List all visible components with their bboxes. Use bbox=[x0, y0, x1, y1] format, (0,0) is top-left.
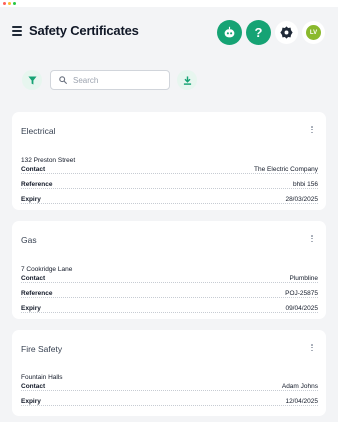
certificate-address: 7 Cookridge Lane bbox=[21, 266, 73, 273]
page-title: Safety Certificates bbox=[29, 23, 139, 38]
detail-label: Contact bbox=[21, 275, 46, 282]
detail-row-expiry: Expiry 28/03/2025 bbox=[21, 195, 318, 204]
certificate-card[interactable]: Fire Safety Fountain Halls Contact Adam … bbox=[12, 330, 326, 416]
detail-label: Reference bbox=[21, 181, 53, 188]
detail-value: Adam Johns bbox=[281, 383, 318, 390]
detail-row-expiry: Expiry 12/04/2025 bbox=[21, 397, 318, 406]
certificate-card[interactable]: Electrical 132 Preston Street Contact Th… bbox=[12, 112, 326, 210]
detail-label: Expiry bbox=[21, 196, 41, 203]
filter-button[interactable] bbox=[22, 70, 42, 90]
more-vertical-icon[interactable] bbox=[310, 126, 314, 136]
detail-value: 12/04/2025 bbox=[285, 398, 318, 405]
detail-label: Contact bbox=[21, 166, 46, 173]
certificate-type: Gas bbox=[21, 235, 37, 245]
detail-value: The Electric Company bbox=[254, 166, 318, 173]
menu-icon[interactable] bbox=[12, 26, 22, 36]
avatar: LV bbox=[306, 25, 321, 40]
detail-label: Contact bbox=[21, 383, 46, 390]
more-vertical-icon[interactable] bbox=[310, 344, 314, 354]
certificate-type: Fire Safety bbox=[21, 344, 63, 354]
toolbar bbox=[0, 62, 338, 98]
detail-row-reference: Reference bhbi 156 bbox=[21, 180, 318, 189]
help-button[interactable]: ? bbox=[246, 20, 271, 45]
robot-icon bbox=[224, 26, 235, 38]
detail-value: Plumbline bbox=[289, 275, 318, 282]
detail-row-reference: Reference POJ-25875 bbox=[21, 289, 318, 298]
download-icon bbox=[183, 75, 191, 85]
settings-button[interactable] bbox=[275, 21, 298, 44]
maximize-window-dot[interactable] bbox=[13, 2, 16, 5]
detail-value: POJ-25875 bbox=[285, 290, 318, 297]
window-titlebar bbox=[0, 0, 338, 7]
more-vertical-icon[interactable] bbox=[310, 235, 314, 245]
certificate-address: 132 Preston Street bbox=[21, 157, 76, 164]
detail-value: bhbi 156 bbox=[293, 181, 318, 188]
help-icon: ? bbox=[254, 25, 263, 40]
detail-row-expiry: Expiry 09/04/2025 bbox=[21, 304, 318, 313]
detail-row-contact: Contact The Electric Company bbox=[21, 165, 318, 174]
search-box bbox=[50, 70, 170, 90]
search-icon bbox=[59, 76, 67, 84]
download-button[interactable] bbox=[177, 70, 197, 90]
app-header: Safety Certificates ? LV bbox=[0, 7, 338, 55]
filter-icon bbox=[27, 75, 37, 85]
detail-value: 09/04/2025 bbox=[285, 305, 318, 312]
detail-label: Expiry bbox=[21, 305, 41, 312]
detail-value: 28/03/2025 bbox=[285, 196, 318, 203]
search-input[interactable] bbox=[73, 75, 163, 85]
gear-icon bbox=[280, 26, 293, 39]
detail-row-contact: Contact Plumbline bbox=[21, 274, 318, 283]
certificate-card[interactable]: Gas 7 Cookridge Lane Contact Plumbline R… bbox=[12, 221, 326, 319]
close-window-dot[interactable] bbox=[3, 2, 6, 5]
certificate-address: Fountain Halls bbox=[21, 374, 63, 381]
certificate-type: Electrical bbox=[21, 126, 56, 136]
assistant-button[interactable] bbox=[217, 20, 242, 45]
detail-row-contact: Contact Adam Johns bbox=[21, 382, 318, 391]
detail-label: Expiry bbox=[21, 398, 41, 405]
user-avatar-button[interactable]: LV bbox=[302, 21, 325, 44]
detail-label: Reference bbox=[21, 290, 53, 297]
minimize-window-dot[interactable] bbox=[8, 2, 11, 5]
